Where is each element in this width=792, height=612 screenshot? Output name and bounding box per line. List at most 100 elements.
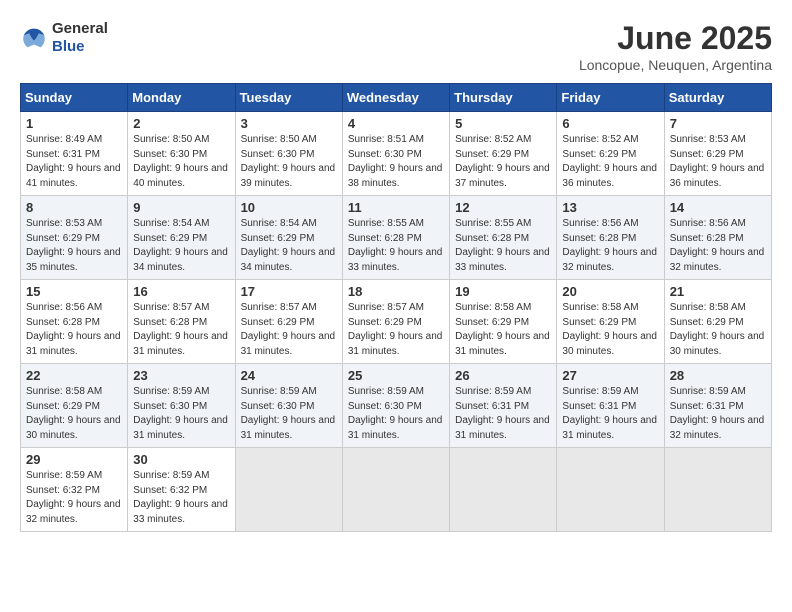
day-number: 8 (26, 200, 122, 215)
day-info: Sunrise: 8:59 AMSunset: 6:31 PMDaylight:… (455, 385, 551, 443)
table-row: 1 Sunrise: 8:49 AMSunset: 6:31 PMDaylight… (21, 112, 128, 196)
day-info: Sunrise: 8:54 AMSunset: 6:29 PMDaylight:… (241, 217, 337, 275)
day-number: 10 (241, 200, 337, 215)
logo-icon (20, 24, 48, 52)
table-row: 25 Sunrise: 8:59 AMSunset: 6:30 PMDayligh… (342, 364, 449, 448)
calendar-row-2: 15 Sunrise: 8:56 AMSunset: 6:28 PMDayligh… (21, 280, 772, 364)
day-number: 19 (455, 284, 551, 299)
day-number: 6 (562, 116, 658, 131)
day-info: Sunrise: 8:59 AMSunset: 6:30 PMDaylight:… (241, 385, 337, 443)
table-row: 3Sunrise: 8:50 AMSunset: 6:30 PMDaylight… (235, 112, 342, 196)
weekday-header-thursday: Thursday (450, 84, 557, 112)
day-number: 2 (133, 116, 229, 131)
day-info: Sunrise: 8:58 AMSunset: 6:29 PMDaylight:… (455, 301, 551, 359)
day-info: Sunrise: 8:58 AMSunset: 6:29 PMDaylight:… (26, 385, 122, 443)
table-row: 23Sunrise: 8:59 AMSunset: 6:30 PMDayligh… (128, 364, 235, 448)
calendar-row-3: 22 Sunrise: 8:58 AMSunset: 6:29 PMDayligh… (21, 364, 772, 448)
day-number: 29 (26, 452, 122, 467)
table-row: 5 Sunrise: 8:52 AMSunset: 6:29 PMDaylight… (450, 112, 557, 196)
weekday-header-row: SundayMondayTuesdayWednesdayThursdayFrid… (21, 84, 772, 112)
day-info: Sunrise: 8:56 AMSunset: 6:28 PMDaylight:… (26, 301, 122, 359)
day-number: 18 (348, 284, 444, 299)
table-row: 11 Sunrise: 8:55 AMSunset: 6:28 PMDayligh… (342, 196, 449, 280)
table-row: 10 Sunrise: 8:54 AMSunset: 6:29 PMDayligh… (235, 196, 342, 280)
day-info: Sunrise: 8:55 AMSunset: 6:28 PMDaylight:… (348, 217, 444, 275)
day-info: Sunrise: 8:59 AMSunset: 6:32 PMDaylight:… (26, 469, 122, 527)
day-number: 7 (670, 116, 766, 131)
table-row: 19 Sunrise: 8:58 AMSunset: 6:29 PMDayligh… (450, 280, 557, 364)
calendar-row-0: 1 Sunrise: 8:49 AMSunset: 6:31 PMDaylight… (21, 112, 772, 196)
day-number: 25 (348, 368, 444, 383)
day-info: Sunrise: 8:54 AMSunset: 6:29 PMDaylight:… (133, 217, 229, 275)
table-row: 14Sunrise: 8:56 AMSunset: 6:28 PMDayligh… (664, 196, 771, 280)
table-row: 30Sunrise: 8:59 AMSunset: 6:32 PMDayligh… (128, 448, 235, 532)
day-info: Sunrise: 8:57 AMSunset: 6:29 PMDaylight:… (348, 301, 444, 359)
day-number: 16 (133, 284, 229, 299)
day-number: 5 (455, 116, 551, 131)
day-info: Sunrise: 8:52 AMSunset: 6:29 PMDaylight:… (562, 133, 658, 191)
day-number: 24 (241, 368, 337, 383)
page-header: General Blue June 2025 Loncopue, Neuquen… (20, 20, 772, 73)
table-row: 9Sunrise: 8:54 AMSunset: 6:29 PMDaylight… (128, 196, 235, 280)
table-row: 28 Sunrise: 8:59 AMSunset: 6:31 PMDayligh… (664, 364, 771, 448)
weekday-header-saturday: Saturday (664, 84, 771, 112)
calendar-row-1: 8Sunrise: 8:53 AMSunset: 6:29 PMDaylight… (21, 196, 772, 280)
table-row (235, 448, 342, 532)
table-row: 21 Sunrise: 8:58 AMSunset: 6:29 PMDayligh… (664, 280, 771, 364)
logo: General Blue (20, 20, 108, 56)
table-row: 27Sunrise: 8:59 AMSunset: 6:31 PMDayligh… (557, 364, 664, 448)
table-row: 18 Sunrise: 8:57 AMSunset: 6:29 PMDayligh… (342, 280, 449, 364)
table-row: 22 Sunrise: 8:58 AMSunset: 6:29 PMDayligh… (21, 364, 128, 448)
day-info: Sunrise: 8:59 AMSunset: 6:30 PMDaylight:… (348, 385, 444, 443)
day-info: Sunrise: 8:49 AMSunset: 6:31 PMDaylight:… (26, 133, 122, 191)
day-number: 17 (241, 284, 337, 299)
table-row (664, 448, 771, 532)
calendar-row-4: 29 Sunrise: 8:59 AMSunset: 6:32 PMDayligh… (21, 448, 772, 532)
weekday-header-wednesday: Wednesday (342, 84, 449, 112)
table-row: 15 Sunrise: 8:56 AMSunset: 6:28 PMDayligh… (21, 280, 128, 364)
table-row (450, 448, 557, 532)
day-info: Sunrise: 8:59 AMSunset: 6:32 PMDaylight:… (133, 469, 229, 527)
table-row: 4Sunrise: 8:51 AMSunset: 6:30 PMDaylight… (342, 112, 449, 196)
title-area: June 2025 Loncopue, Neuquen, Argentina (579, 20, 772, 73)
day-number: 11 (348, 200, 444, 215)
table-row: 20 Sunrise: 8:58 AMSunset: 6:29 PMDayligh… (557, 280, 664, 364)
table-row: 29 Sunrise: 8:59 AMSunset: 6:32 PMDayligh… (21, 448, 128, 532)
location: Loncopue, Neuquen, Argentina (579, 57, 772, 73)
day-info: Sunrise: 8:59 AMSunset: 6:30 PMDaylight:… (133, 385, 229, 443)
weekday-header-tuesday: Tuesday (235, 84, 342, 112)
weekday-header-monday: Monday (128, 84, 235, 112)
day-info: Sunrise: 8:56 AMSunset: 6:28 PMDaylight:… (562, 217, 658, 275)
day-number: 15 (26, 284, 122, 299)
day-info: Sunrise: 8:57 AMSunset: 6:28 PMDaylight:… (133, 301, 229, 359)
day-info: Sunrise: 8:57 AMSunset: 6:29 PMDaylight:… (241, 301, 337, 359)
day-number: 13 (562, 200, 658, 215)
day-info: Sunrise: 8:50 AMSunset: 6:30 PMDaylight:… (241, 133, 337, 191)
calendar-table: SundayMondayTuesdayWednesdayThursdayFrid… (20, 83, 772, 532)
table-row: 13 Sunrise: 8:56 AMSunset: 6:28 PMDayligh… (557, 196, 664, 280)
day-number: 21 (670, 284, 766, 299)
table-row: 24 Sunrise: 8:59 AMSunset: 6:30 PMDayligh… (235, 364, 342, 448)
day-number: 22 (26, 368, 122, 383)
month-title: June 2025 (579, 20, 772, 57)
day-number: 28 (670, 368, 766, 383)
table-row: 26 Sunrise: 8:59 AMSunset: 6:31 PMDayligh… (450, 364, 557, 448)
day-number: 26 (455, 368, 551, 383)
day-info: Sunrise: 8:58 AMSunset: 6:29 PMDaylight:… (670, 301, 766, 359)
table-row: 6 Sunrise: 8:52 AMSunset: 6:29 PMDaylight… (557, 112, 664, 196)
table-row: 8Sunrise: 8:53 AMSunset: 6:29 PMDaylight… (21, 196, 128, 280)
weekday-header-sunday: Sunday (21, 84, 128, 112)
day-number: 27 (562, 368, 658, 383)
table-row: 12Sunrise: 8:55 AMSunset: 6:28 PMDayligh… (450, 196, 557, 280)
table-row: 2 Sunrise: 8:50 AMSunset: 6:30 PMDaylight… (128, 112, 235, 196)
day-number: 4 (348, 116, 444, 131)
day-info: Sunrise: 8:52 AMSunset: 6:29 PMDaylight:… (455, 133, 551, 191)
day-number: 20 (562, 284, 658, 299)
weekday-header-friday: Friday (557, 84, 664, 112)
day-info: Sunrise: 8:59 AMSunset: 6:31 PMDaylight:… (670, 385, 766, 443)
day-info: Sunrise: 8:50 AMSunset: 6:30 PMDaylight:… (133, 133, 229, 191)
day-number: 1 (26, 116, 122, 131)
day-number: 14 (670, 200, 766, 215)
day-info: Sunrise: 8:55 AMSunset: 6:28 PMDaylight:… (455, 217, 551, 275)
day-info: Sunrise: 8:58 AMSunset: 6:29 PMDaylight:… (562, 301, 658, 359)
